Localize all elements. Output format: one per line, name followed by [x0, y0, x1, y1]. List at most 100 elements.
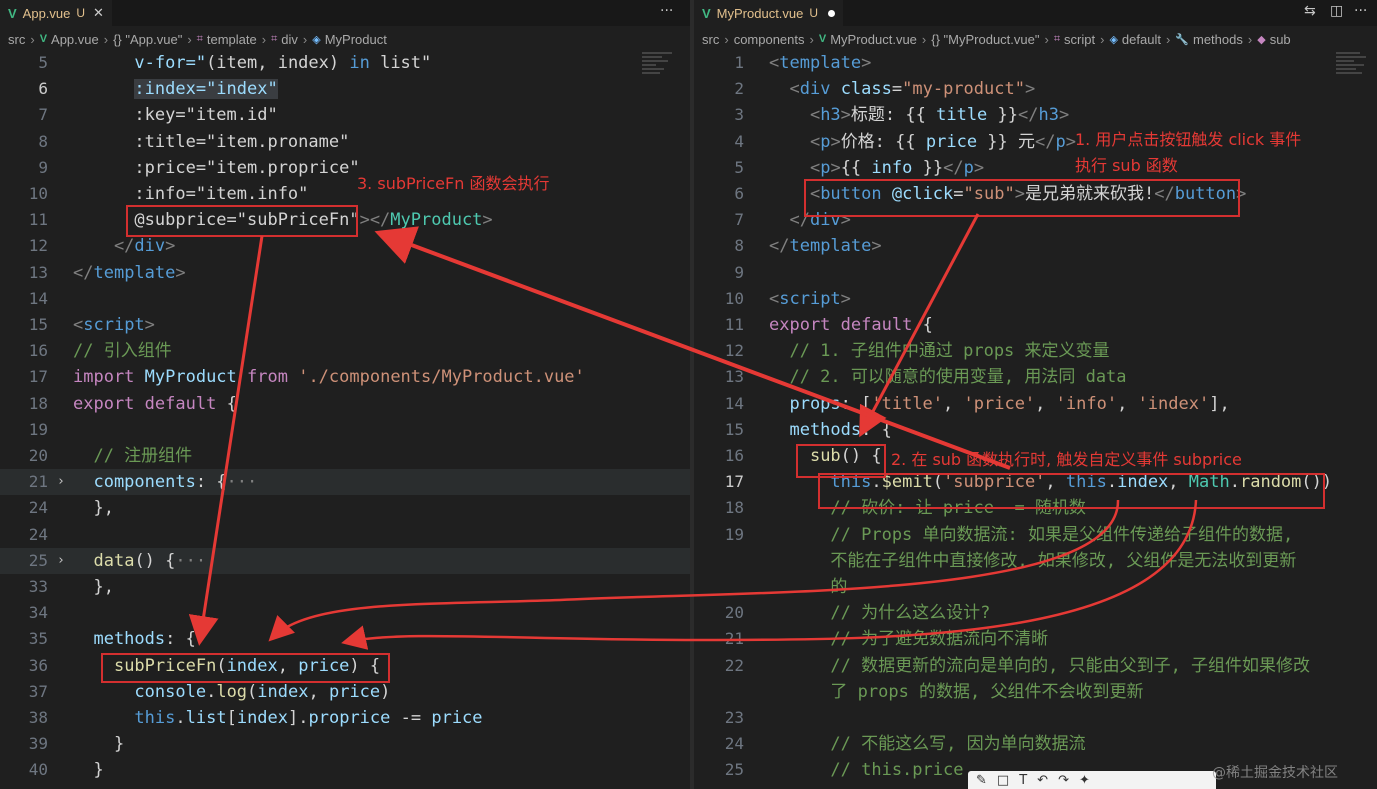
tab-myproduct-vue[interactable]: V MyProduct.vue U	[694, 0, 844, 26]
code-line: 33 },	[0, 574, 690, 600]
code-token: : {	[861, 419, 892, 440]
breadcrumb-item[interactable]: V App.vue	[40, 32, 99, 47]
code-line: 10 <script>	[694, 286, 1377, 312]
breadcrumb-item[interactable]: V MyProduct.vue	[819, 32, 917, 47]
code-token: methods	[769, 419, 862, 440]
line-number: 10	[724, 288, 744, 308]
breadcrumb-item[interactable]: components	[734, 32, 805, 47]
breadcrumb-item[interactable]: src	[702, 32, 719, 47]
code-token: }} 元	[977, 131, 1036, 152]
breadcrumb-item[interactable]: ◆ sub	[1257, 32, 1290, 47]
fold-chevron-icon[interactable]: ›	[57, 469, 65, 495]
breadcrumb-label: {} "App.vue"	[113, 31, 183, 47]
breadcrumb: src › components › V MyProduct.vue ›{} "MyProd…	[694, 28, 1377, 50]
line-number: 12	[724, 341, 744, 361]
ellipsis-icon[interactable]: ···	[1354, 3, 1367, 19]
floating-toolbar[interactable]: ✎ □ T ↶ ↷ ✦	[968, 771, 1216, 789]
ellipsis-icon[interactable]: ···	[660, 3, 673, 19]
breadcrumb-item[interactable]: ◈ MyProduct	[312, 32, 387, 47]
line-number: 22	[724, 655, 744, 675]
line-number: 20	[28, 446, 48, 465]
pen-icon[interactable]: ✎	[976, 773, 987, 788]
line-number: 9	[734, 262, 744, 282]
code-token: // 为了避免数据流向不清晰	[769, 629, 1049, 650]
breadcrumb-item[interactable]: src	[8, 32, 25, 47]
code-line: 39 }	[0, 731, 690, 757]
code-token: :title="item.proname"	[73, 131, 350, 152]
redo-icon[interactable]: ↷	[1058, 773, 1069, 788]
chevron-right-icon: ›	[809, 31, 814, 47]
breadcrumb-label: src	[702, 31, 720, 47]
line-number: 40	[28, 760, 48, 780]
breadcrumb-item[interactable]: ⌗ div	[271, 32, 298, 47]
code-text: :title="item.proname"	[73, 129, 349, 155]
code-token: h3	[820, 105, 841, 126]
tab-app-vue[interactable]: V App.vue U ✕	[0, 0, 112, 26]
code-token: template	[789, 236, 872, 257]
element-icon: ⌗	[271, 32, 278, 45]
code-token: >	[1024, 79, 1036, 100]
chevron-right-icon: ›	[30, 31, 35, 47]
pin-icon[interactable]: ✦	[1079, 773, 1090, 788]
code-line: 14 props: ['title', 'price', 'info', 'in…	[694, 391, 1377, 417]
breadcrumb-item[interactable]: ⌗ script	[1054, 32, 1095, 47]
code-token: <	[769, 288, 780, 309]
breadcrumb-label: template	[206, 31, 257, 47]
line-number: 21	[28, 472, 48, 492]
code-token: )	[380, 681, 391, 702]
fold-chevron-icon[interactable]: ›	[57, 548, 65, 574]
square-icon[interactable]: □	[997, 773, 1009, 788]
code-token: : {	[165, 629, 196, 650]
compare-changes-icon[interactable]: ⇆	[1304, 3, 1316, 19]
code-text: export default {	[73, 391, 237, 417]
untracked-badge: U	[809, 6, 819, 20]
highlight-box-subpricefn	[101, 653, 390, 683]
code-token: (	[247, 681, 258, 702]
undo-icon[interactable]: ↶	[1037, 773, 1048, 788]
breadcrumb-item[interactable]: {} "App.vue"	[113, 32, 182, 47]
code-token: {	[912, 315, 933, 335]
code-token: p	[820, 157, 831, 178]
breadcrumb-item[interactable]: 🔧 methods	[1175, 32, 1243, 47]
breadcrumb-item[interactable]: ⌗ template	[197, 32, 257, 47]
split-editor-icon[interactable]: ◫	[1330, 3, 1343, 19]
code-token: default	[840, 315, 913, 335]
line-number: 12	[28, 236, 48, 256]
breadcrumb-item[interactable]: {} "MyProduct.vue"	[931, 32, 1039, 47]
code-line: 24 },	[0, 495, 690, 521]
code-line: 23	[694, 705, 1377, 731]
wrench-icon: 🔧	[1175, 33, 1189, 46]
code-token: >	[830, 131, 841, 152]
code-text: }	[73, 757, 103, 783]
line-number: 8	[734, 236, 744, 256]
code-token: </	[73, 236, 135, 257]
code-text: // 为了避免数据流向不清晰	[769, 626, 1048, 652]
minimap[interactable]	[1336, 50, 1376, 120]
code-token: >	[840, 105, 851, 126]
line-number: 14	[724, 393, 744, 413]
code-text: // this.price	[769, 757, 963, 783]
code-token: list	[185, 708, 227, 728]
breadcrumb-item[interactable]: ◈ default	[1109, 32, 1161, 47]
text-icon[interactable]: T	[1019, 773, 1027, 788]
code-token: console	[134, 681, 207, 702]
highlight-box-button	[804, 179, 1240, 217]
minimap[interactable]	[642, 50, 682, 120]
unsaved-dot-icon[interactable]	[828, 9, 836, 17]
code-editor[interactable]: 1 <template> 2 <div class="my-product"> 3 <…	[694, 50, 1377, 789]
code-token: // 注册组件	[73, 446, 193, 466]
code-line: 15 methods: {	[694, 417, 1377, 443]
code-token: 了 props 的数据, 父组件不会收到更新	[769, 681, 1144, 702]
code-token: :info="item.info"	[73, 184, 309, 204]
close-icon[interactable]: ✕	[93, 5, 104, 21]
code-text: }	[73, 731, 124, 757]
breadcrumb-label: div	[281, 31, 298, 47]
code-token: MyProduct	[390, 210, 483, 231]
code-token: components	[73, 472, 196, 493]
annotation-step-1a: 1. 用户点击按钮触发 click 事件	[1075, 130, 1302, 149]
element-icon: ⌗	[1053, 32, 1061, 45]
code-token: price	[925, 131, 978, 152]
code-token: from	[247, 367, 288, 388]
code-line: 8 </template>	[694, 233, 1377, 259]
code-token: </	[73, 262, 94, 283]
